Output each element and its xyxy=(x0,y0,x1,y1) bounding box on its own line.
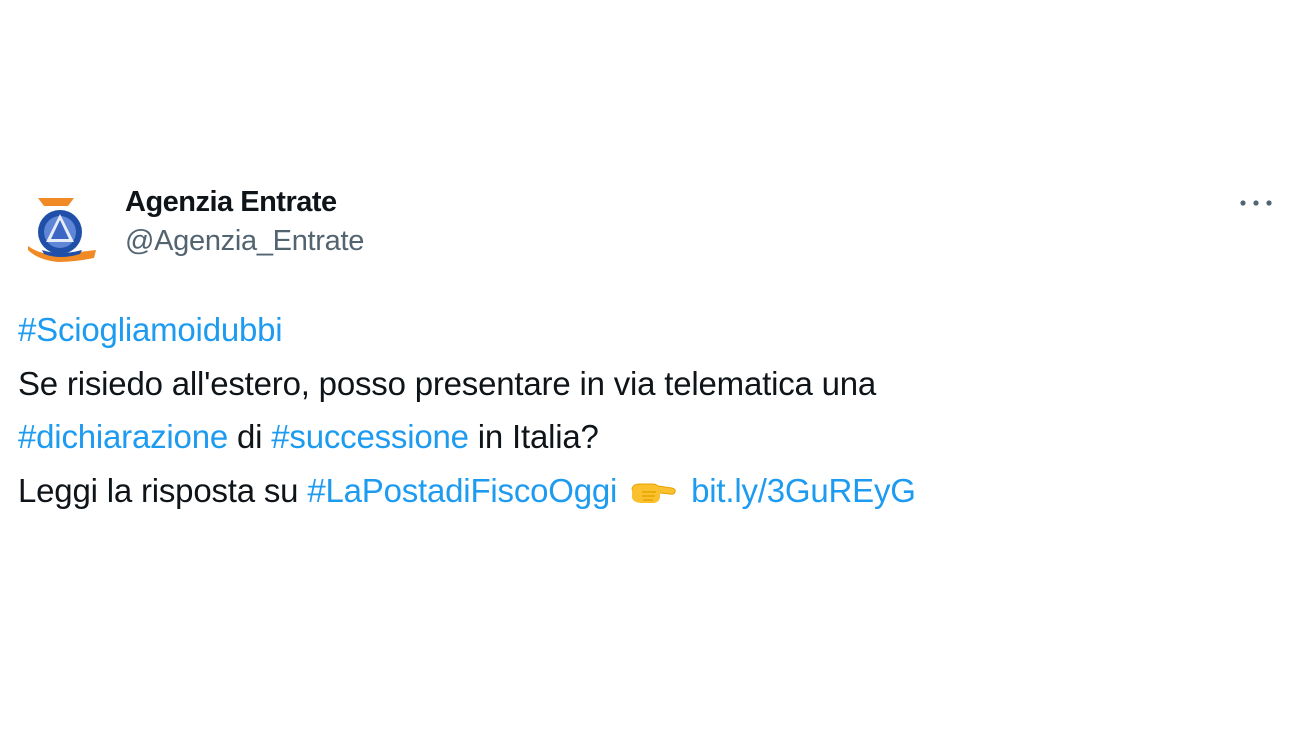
author-block: Agenzia Entrate @Agenzia_Entrate xyxy=(125,183,364,261)
text-di: di xyxy=(228,418,272,455)
hashtag-lapostadifiscooggi[interactable]: #LaPostadiFiscoOggi xyxy=(307,472,617,509)
shortened-link[interactable]: bit.ly/3GuREyG xyxy=(691,472,916,509)
author-handle[interactable]: @Agenzia_Entrate xyxy=(125,221,364,261)
text-leggi: Leggi la risposta su xyxy=(18,471,308,509)
author-display-name[interactable]: Agenzia Entrate xyxy=(125,183,364,221)
avatar[interactable] xyxy=(22,190,100,268)
tweet-line-3: #dichiarazione di #successione in Italia… xyxy=(18,410,1268,464)
hashtag-successione[interactable]: #successione xyxy=(271,418,469,455)
hashtag-dichiarazione[interactable]: #dichiarazione xyxy=(18,418,228,455)
text-in-italia: in Italia? xyxy=(468,418,599,455)
tweet-text: #Sciogliamoidubbi Se risiedo all'estero,… xyxy=(18,303,1268,517)
tweet-card: Agenzia Entrate @Agenzia_Entrate #Sciogl… xyxy=(0,0,1300,730)
hashtag-sciogliamoidubbi[interactable]: #Sciogliamoidubbi xyxy=(18,311,283,348)
pointing-right-hand-icon xyxy=(628,470,676,503)
agenzia-entrate-logo-icon xyxy=(28,198,96,262)
tweet-line-1: #Sciogliamoidubbi xyxy=(18,303,1268,357)
tweet-line-2: Se risiedo all'estero, posso presentare … xyxy=(18,364,877,402)
tweet-line-4: Leggi la risposta su #LaPostadiFiscoOggi… xyxy=(18,464,1268,518)
more-options-button[interactable] xyxy=(1236,188,1276,218)
more-horizontal-icon xyxy=(1240,200,1272,206)
